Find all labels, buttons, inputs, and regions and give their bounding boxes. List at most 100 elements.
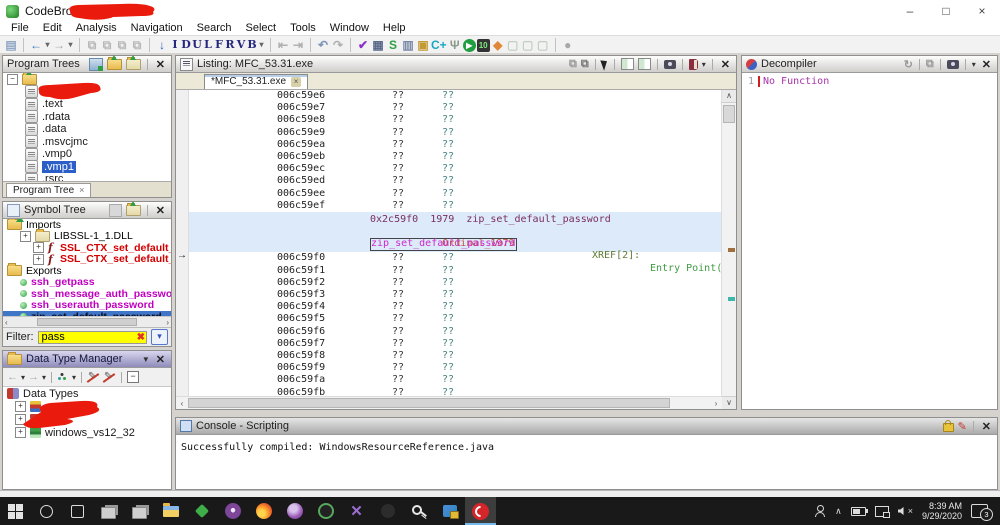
panel-menu-icon[interactable]: ▾ [972, 60, 976, 69]
close-icon[interactable]: ✕ [154, 58, 167, 71]
minimize-button[interactable]: – [892, 0, 928, 22]
menu-edit[interactable]: Edit [36, 22, 69, 35]
dtm-forward-icon[interactable]: → [28, 371, 39, 383]
close-icon[interactable]: ✕ [154, 204, 167, 217]
copy-special-3-icon[interactable]: ⧉ [115, 37, 129, 53]
label-annotation-block[interactable]: 0x2c59f0 1979 zip_set_default_password O… [189, 212, 721, 253]
nav-forward-icon[interactable]: → [52, 37, 66, 53]
table-view-icon[interactable]: ▥ [401, 37, 415, 53]
bookmark-mark-teal[interactable] [728, 297, 735, 301]
tree-item-data[interactable]: .data [3, 123, 171, 136]
close-icon[interactable]: ✕ [980, 58, 993, 71]
letter-u-icon[interactable]: U [192, 37, 202, 53]
listing-row[interactable]: 006c59ec???? [189, 163, 721, 175]
letter-r-icon[interactable]: R [225, 37, 235, 53]
program-trees-header[interactable]: Program Trees ✕ [3, 56, 171, 73]
filter-arrays-icon[interactable] [87, 371, 100, 383]
data-types-root[interactable]: Data Types [3, 387, 171, 400]
diff-view-icon[interactable] [621, 58, 634, 70]
tree-item-msvcjmc[interactable]: .msvcjmc [3, 136, 171, 149]
bookmark-mark-brown[interactable] [728, 248, 735, 252]
window-2-icon[interactable]: ▢ [521, 37, 535, 53]
scroll-left-icon[interactable]: ‹ [5, 318, 8, 327]
script-manager-icon[interactable]: S [386, 37, 400, 53]
scroll-thumb[interactable] [723, 105, 735, 123]
symbol-imports[interactable]: Imports [3, 219, 171, 231]
data-type-redacted-1[interactable]: + [3, 413, 171, 426]
app-purple-sphere[interactable] [279, 497, 310, 525]
maximize-button[interactable]: □ [928, 0, 964, 22]
tree-item-rsrc[interactable]: .rsrc [3, 173, 171, 181]
format-dropdown-icon[interactable]: ▾ [702, 60, 706, 69]
save-icon[interactable]: ▤ [4, 37, 18, 53]
collapse-all-icon[interactable]: − [127, 371, 139, 383]
listing-row[interactable]: 006c59f4???? [189, 301, 721, 313]
tree-item-vmp1[interactable]: .vmp1 [3, 161, 171, 174]
save-tree-icon[interactable] [89, 58, 103, 71]
binary-view-icon[interactable]: ▦ [371, 37, 385, 53]
menu-analysis[interactable]: Analysis [69, 22, 124, 35]
tree-item-Headers[interactable]: Headers [3, 86, 171, 99]
memory-map-icon[interactable]: 10 [477, 39, 490, 52]
listing-header[interactable]: Listing: MFC_53.31.exe ⧉ ⧉ ▾ ✕ [176, 56, 736, 73]
plugin-icon[interactable]: ● [561, 37, 575, 53]
expand-icon[interactable]: + [15, 414, 26, 425]
function-graph-icon[interactable]: Ψ [448, 37, 462, 53]
listing-row[interactable]: 006c59f9???? [189, 362, 721, 374]
expand-icon[interactable]: + [15, 401, 26, 412]
scroll-right-icon[interactable]: › [710, 399, 722, 408]
copy-special-2-icon[interactable]: ⧉ [100, 37, 114, 53]
nav-back-dropdown-icon[interactable]: ▾ [44, 37, 51, 53]
cursor-style-icon[interactable] [600, 58, 609, 70]
taskbar-clock[interactable]: 8:39 AM 9/29/2020 [922, 501, 962, 521]
letters-dropdown-icon[interactable]: ▾ [258, 37, 265, 53]
scroll-left-icon[interactable]: ‹ [176, 399, 188, 408]
tab-mfc-exe[interactable]: *MFC_53.31.exe × [204, 74, 308, 89]
tab-close-icon[interactable]: × [79, 184, 84, 197]
filter-pointers-icon[interactable] [103, 371, 116, 383]
snapshot-icon[interactable] [947, 60, 959, 69]
menu-file[interactable]: File [4, 22, 36, 35]
expand-icon[interactable]: + [15, 427, 26, 438]
edit-disabled-icon[interactable] [109, 204, 122, 217]
close-window-button[interactable]: × [964, 0, 1000, 22]
letter-v-icon[interactable]: V [236, 37, 246, 53]
data-type-redacted-0[interactable]: + [3, 400, 171, 413]
clear-filter-icon[interactable]: ✖ [137, 332, 145, 343]
open-folder-icon[interactable] [107, 59, 122, 70]
xref-value[interactable]: Entry Point(*), [650, 263, 721, 275]
network-icon[interactable] [875, 506, 889, 517]
letter-i-icon[interactable]: I [170, 37, 180, 53]
bookmark-folder-icon[interactable]: ▣ [416, 37, 430, 53]
panel-menu-icon[interactable]: ▼ [142, 355, 150, 364]
expand-icon[interactable]: + [20, 231, 31, 242]
console-header[interactable]: Console - Scripting ✎ ✕ [176, 418, 997, 435]
listing-row[interactable]: 006c59e6???? [189, 90, 721, 102]
battery-icon[interactable] [851, 507, 866, 516]
app-stack-2[interactable] [124, 497, 155, 525]
app-green-diamond[interactable] [186, 497, 217, 525]
people-icon[interactable] [814, 505, 826, 517]
listing-row[interactable]: 006c59e8???? [189, 114, 721, 126]
listing-row[interactable]: 006c59f8???? [189, 350, 721, 362]
listing-row[interactable]: 006c59f5???? [189, 313, 721, 325]
close-icon[interactable]: ✕ [154, 353, 167, 366]
menu-tools[interactable]: Tools [283, 22, 323, 35]
listing-row[interactable]: 006c59ed???? [189, 175, 721, 187]
symbol-libssl-1-1-dll[interactable]: +LIBSSL-1_1.DLL [3, 231, 171, 243]
import-out-icon[interactable]: ⇥ [291, 37, 305, 53]
copy-special-4-icon[interactable]: ⧉ [130, 37, 144, 53]
clang-icon[interactable]: C+ [431, 37, 447, 53]
menu-window[interactable]: Window [323, 22, 376, 35]
symbol-ssh-message-auth-password[interactable]: ssh_message_auth_password [3, 288, 171, 300]
app-stack-1[interactable] [93, 497, 124, 525]
cursor-label[interactable]: zip_set_default_password [370, 238, 517, 251]
menu-select[interactable]: Select [239, 22, 284, 35]
close-icon[interactable]: ✕ [719, 58, 732, 71]
filter-options-button[interactable]: ▾ [151, 329, 168, 345]
dtm-back-icon[interactable]: ← [7, 371, 18, 383]
listing-row[interactable]: 006c59f0???? [189, 252, 721, 264]
console-output[interactable]: Successfully compiled: WindowsResourceRe… [176, 435, 997, 489]
listing-code-area[interactable]: 006c59e6????006c59e7????006c59e8????006c… [189, 90, 721, 409]
copy-icon[interactable]: ⧉ [569, 58, 577, 71]
